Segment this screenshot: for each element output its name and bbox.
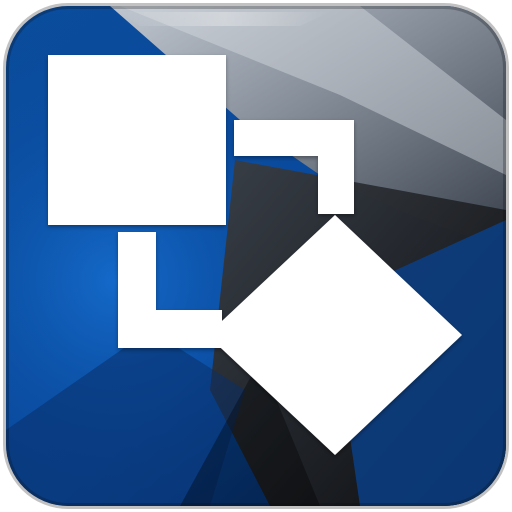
app-icon-canvas [0, 0, 512, 512]
shape-transform-icon [3, 3, 509, 509]
